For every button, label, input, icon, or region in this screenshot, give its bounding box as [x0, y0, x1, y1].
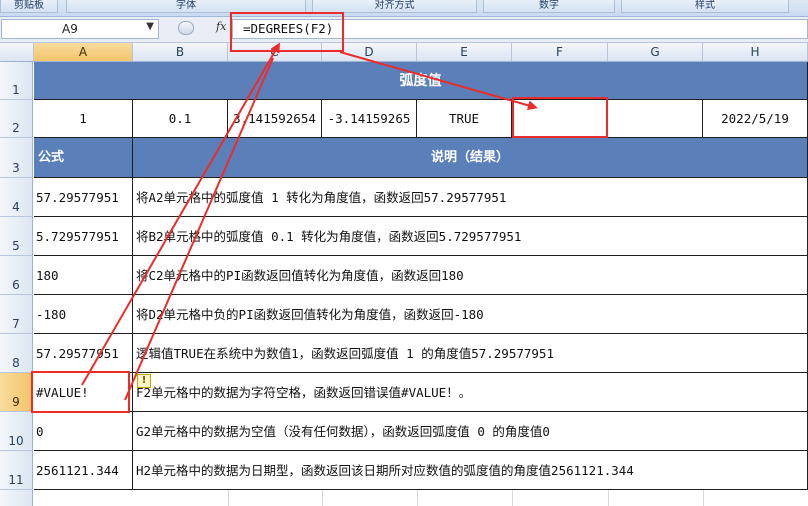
name-box-value: A9 [62, 22, 78, 36]
annotation-box-a9 [31, 371, 130, 413]
row-header-10[interactable]: 10 [0, 412, 33, 451]
cell-b5-description[interactable]: 将B2单元格中的弧度值 0.1 转化为角度值，函数返回5.729577951 [133, 217, 808, 256]
table-title: 弧度值 [34, 62, 808, 100]
cell-b7-description[interactable]: 将D2单元格中负的PI函数返回值转化为角度值，函数返回-180 [133, 295, 808, 334]
row-header-5[interactable]: 5 [0, 217, 33, 256]
column-header-h[interactable]: H [703, 43, 808, 61]
select-all-corner[interactable] [0, 43, 34, 61]
cell-a11[interactable]: 2561121.344 [34, 451, 133, 490]
row-header-2[interactable]: 2 [0, 100, 33, 138]
cell-b9-description[interactable]: F2单元格中的数据为字符空格，函数返回错误值#VALUE！。 [133, 373, 808, 412]
formula-bar: A9 ▼ fx =DEGREES(F2) [0, 17, 808, 43]
ribbon-group-styles[interactable]: 样式 [621, 0, 789, 13]
error-warning-icon[interactable]: ! [137, 374, 151, 388]
cell-a8[interactable]: 57.29577951 [34, 334, 133, 373]
column-header-a[interactable]: A [34, 43, 133, 61]
row-header-11[interactable]: 11 [0, 451, 33, 490]
row-header-4[interactable]: 4 [0, 178, 33, 217]
cell-g2[interactable] [608, 100, 703, 138]
name-box[interactable]: A9 ▼ [1, 19, 159, 39]
cell-a6[interactable]: 180 [34, 256, 133, 295]
column-title-formula: 公式 [34, 138, 133, 178]
cell-b4-description[interactable]: 将A2单元格中的弧度值 1 转化为角度值，函数返回57.29577951 [133, 178, 808, 217]
cell-a5[interactable]: 5.729577951 [34, 217, 133, 256]
row-header-1[interactable]: 1 [0, 62, 33, 100]
row-header-6[interactable]: 6 [0, 256, 33, 295]
column-header-f[interactable]: F [512, 43, 608, 61]
ribbon-group-clipboard[interactable]: 剪贴板 [0, 0, 58, 13]
row-header-8[interactable]: 8 [0, 334, 33, 373]
column-header-g[interactable]: G [608, 43, 703, 61]
row-header-3[interactable]: 3 [0, 138, 33, 178]
column-header-e[interactable]: E [417, 43, 512, 61]
cell-b10-description[interactable]: G2单元格中的数据为空值（没有任何数据），函数返回弧度值 0 的角度值0 [133, 412, 808, 451]
ribbon-bar: 剪贴板 字体 对齐方式 数字 样式 [0, 0, 808, 17]
cell-b6-description[interactable]: 将C2单元格中的PI函数返回值转化为角度值，函数返回180 [133, 256, 808, 295]
annotation-box-formula [230, 12, 344, 52]
cell-b2[interactable]: 0.1 [133, 100, 228, 138]
cell-c2[interactable]: 3.141592654 [228, 100, 322, 138]
column-header-bar: A B C D E F G H [0, 43, 808, 62]
cell-d2[interactable]: -3.14159265 [322, 100, 417, 138]
cell-h2[interactable]: 2022/5/19 [703, 100, 808, 138]
formula-options-button[interactable] [178, 21, 194, 35]
row-header-12[interactable] [0, 490, 33, 506]
cell-a4[interactable]: 57.29577951 [34, 178, 133, 217]
cell-a7[interactable]: -180 [34, 295, 133, 334]
cell-a2[interactable]: 1 [34, 100, 133, 138]
chevron-down-icon[interactable]: ▼ [146, 21, 154, 32]
cell-e2[interactable]: TRUE [417, 100, 512, 138]
column-header-b[interactable]: B [133, 43, 228, 61]
annotation-box-f2 [512, 97, 608, 138]
cell-a10[interactable]: 0 [34, 412, 133, 451]
row-header-7[interactable]: 7 [0, 295, 33, 334]
cell-b8-description[interactable]: 逻辑值TRUE在系统中为数值1，函数返回弧度值 1 的角度值57.2957795… [133, 334, 808, 373]
insert-function-icon[interactable]: fx [216, 20, 226, 33]
row-header-9[interactable]: 9 [0, 373, 33, 412]
ribbon-group-number[interactable]: 数字 [483, 0, 615, 13]
cell-b11-description[interactable]: H2单元格中的数据为日期型，函数返回该日期所对应数值的弧度值的角度值256112… [133, 451, 808, 490]
column-title-description: 说明（结果） [133, 138, 808, 178]
